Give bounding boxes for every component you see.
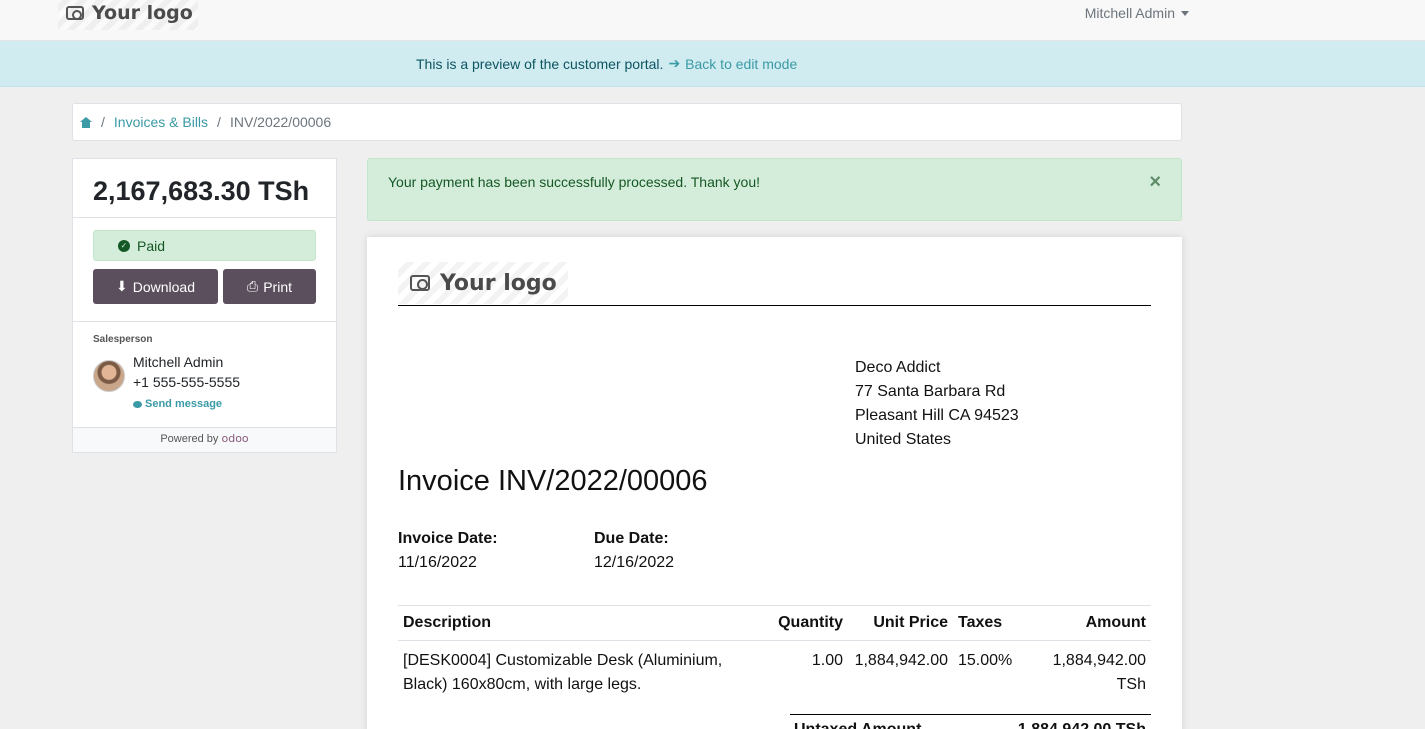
invoice-sidebar: 2,167,683.30 TSh ✓ Paid ⬇ Download ⎙ Pri… (72, 158, 337, 453)
line-amount: 1,884,942.00 TSh (1052, 652, 1146, 693)
portal-preview-banner: This is a preview of the customer portal… (0, 41, 1425, 87)
untaxed-value: 1,884,942.00 TSh (1018, 721, 1146, 729)
camera-icon (66, 6, 84, 20)
powered-by-footer: Powered by odoo (73, 428, 336, 452)
invoice-date-value: 11/16/2022 (398, 554, 477, 571)
invoice-total-amount: 2,167,683.30 TSh (73, 159, 336, 218)
invoice-date-label: Invoice Date: (398, 530, 498, 547)
line-unit-price: 1,884,942.00 (854, 652, 948, 669)
avatar (93, 360, 125, 392)
breadcrumb-invoices-link[interactable]: Invoices & Bills (114, 114, 208, 130)
line-taxes: 15.00% (958, 652, 1013, 669)
camera-icon (410, 275, 430, 291)
home-icon[interactable] (80, 116, 92, 128)
brand-logo[interactable]: Your logo (58, 0, 198, 30)
line-quantity: 1.00 (811, 652, 843, 669)
address-line: 77 Santa Barbara Rd (855, 383, 1006, 400)
preview-message: This is a preview of the customer portal… (416, 55, 664, 72)
check-circle-icon: ✓ (118, 239, 130, 252)
breadcrumb: / Invoices & Bills / INV/2022/00006 (72, 103, 1182, 141)
address-line: Pleasant Hill CA 94523 (855, 407, 1019, 424)
breadcrumb-separator: / (101, 114, 105, 130)
payment-success-alert: Your payment has been successfully proce… (367, 158, 1182, 221)
download-button[interactable]: ⬇ Download (93, 269, 218, 304)
invoice-dates: Invoice Date: 11/16/2022 Due Date: 12/16… (398, 527, 790, 575)
column-header: Quantity (773, 605, 848, 641)
powered-by-label: Powered by (160, 433, 219, 445)
breadcrumb-separator: / (217, 114, 221, 130)
breadcrumb-current: INV/2022/00006 (229, 114, 332, 130)
invoice-document: Your logo Deco Addict 77 Santa Barbara R… (367, 237, 1182, 729)
column-header: Unit Price (848, 605, 953, 641)
table-row: [DESK0004] Customizable Desk (Aluminium,… (398, 641, 1151, 706)
column-header: Taxes (953, 605, 1020, 641)
column-header: Amount (1020, 605, 1151, 641)
untaxed-label: Untaxed Amount (794, 721, 921, 729)
address-line: United States (855, 431, 952, 448)
odoo-brand-link[interactable]: odoo (221, 432, 248, 445)
invoice-lines-table: Description Quantity Unit Price Taxes Am… (398, 605, 1151, 705)
column-header: Description (398, 605, 773, 641)
close-icon[interactable]: × (1149, 171, 1161, 194)
print-icon: ⎙ (247, 278, 259, 294)
arrow-right-icon: ➔ (668, 55, 681, 71)
due-date-value: 12/16/2022 (594, 554, 675, 571)
caret-down-icon (1181, 10, 1189, 16)
top-navbar: Your logo Mitchell Admin (0, 0, 1425, 41)
alert-message: Your payment has been successfully proce… (388, 174, 760, 190)
address-line: Deco Addict (855, 359, 941, 376)
line-description: [DESK0004] Customizable Desk (Aluminium,… (403, 652, 723, 693)
logo-text: Your logo (92, 2, 193, 24)
print-button[interactable]: ⎙ Print (223, 269, 316, 304)
document-logo: Your logo (398, 262, 568, 304)
salesperson-label: Salesperson (93, 334, 153, 345)
chat-icon (133, 400, 142, 408)
download-icon: ⬇ (116, 278, 128, 294)
status-label: Paid (137, 237, 166, 254)
user-name: Mitchell Admin (1084, 5, 1175, 21)
customer-address: Deco Addict 77 Santa Barbara Rd Pleasant… (855, 356, 1019, 452)
invoice-title: Invoice INV/2022/00006 (398, 465, 708, 497)
untaxed-amount-row: Untaxed Amount 1,884,942.00 TSh (790, 714, 1151, 729)
status-badge: ✓ Paid (93, 230, 316, 261)
send-message-link[interactable]: Send message (133, 394, 240, 414)
back-to-edit-link[interactable]: ➔ Back to edit mode (668, 55, 797, 72)
salesperson-name: Mitchell Admin (133, 354, 224, 370)
user-menu-dropdown[interactable]: Mitchell Admin (1085, 5, 1189, 21)
document-header: Your logo (398, 262, 1151, 306)
salesperson-phone: +1 555-555-5555 (133, 374, 241, 390)
due-date-label: Due Date: (594, 530, 669, 547)
